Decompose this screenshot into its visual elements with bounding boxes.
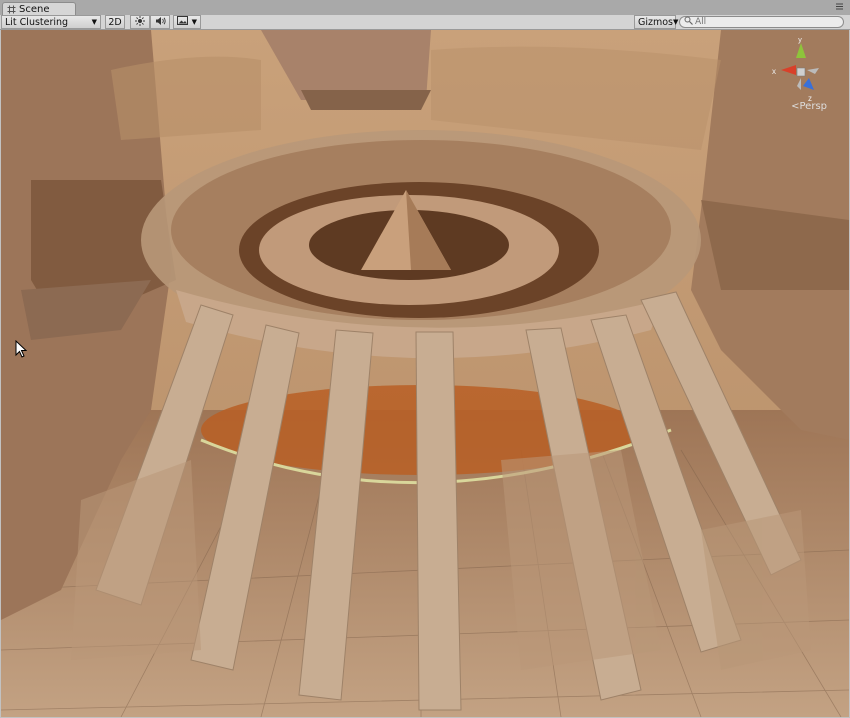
x-axis-label: x	[772, 67, 776, 76]
scene-search[interactable]	[679, 16, 844, 28]
scene-render	[1, 30, 849, 717]
draw-mode-label: Lit Clustering	[5, 16, 69, 28]
effects-dropdown[interactable]: ▼	[173, 15, 201, 29]
chevron-down-icon: ▼	[191, 18, 197, 26]
speaker-icon	[155, 16, 166, 29]
image-icon	[177, 16, 188, 28]
tab-bar: Scene	[0, 0, 850, 16]
z-axis-cone	[803, 78, 814, 90]
2d-toggle-button[interactable]: 2D	[105, 15, 125, 29]
chevron-down-icon: ▼	[91, 18, 97, 26]
x-axis-cone	[781, 65, 796, 75]
projection-toggle[interactable]: <Persp	[791, 101, 827, 112]
sun-icon	[135, 15, 145, 29]
y-axis-label: y	[798, 38, 802, 44]
draw-mode-dropdown[interactable]: Lit Clustering ▼	[1, 15, 101, 29]
context-menu-icon[interactable]	[835, 2, 844, 14]
chevron-down-icon: ▼	[673, 18, 679, 26]
gizmos-dropdown[interactable]: Gizmos ▼	[634, 15, 679, 29]
2d-label: 2D	[108, 16, 122, 28]
search-input[interactable]	[695, 17, 825, 27]
hash-grid-icon	[7, 5, 16, 14]
scene-toolbar: Lit Clustering ▼ 2D ▼ Gizmos ▼	[0, 15, 850, 30]
audio-toggle-button[interactable]	[150, 15, 170, 29]
y-axis-cone	[796, 43, 806, 58]
scene-viewport[interactable]: y x z <Persp	[1, 30, 849, 717]
persp-label: Persp	[799, 101, 828, 112]
lighting-toggle-button[interactable]	[130, 15, 150, 29]
tab-label: Scene	[19, 3, 50, 15]
scene-window: Scene Lit Clustering ▼ 2D ▼ Gizmos ▼ All…	[0, 0, 850, 718]
chevron-left-icon: <	[791, 101, 800, 112]
gizmos-label: Gizmos	[638, 16, 674, 28]
search-icon	[684, 16, 693, 28]
mouse-cursor-icon	[15, 339, 28, 361]
tab-scene[interactable]: Scene	[2, 2, 76, 15]
